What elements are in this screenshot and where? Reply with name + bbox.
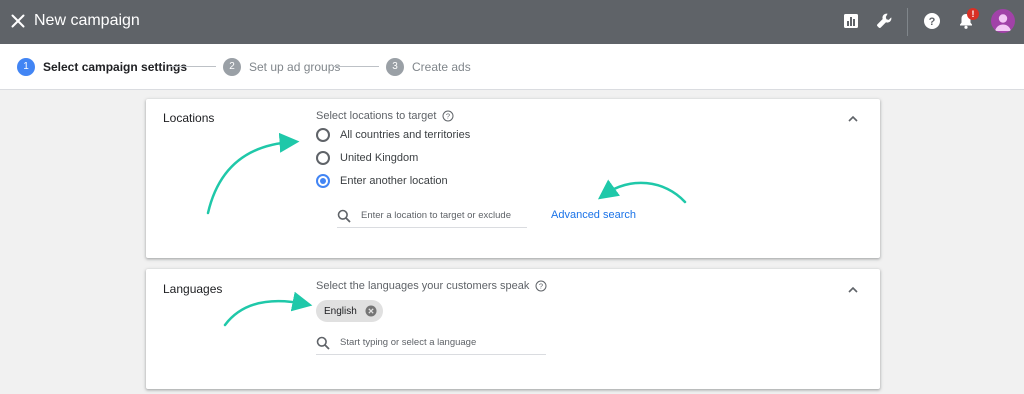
svg-text:?: ? (539, 282, 543, 291)
help-icon[interactable]: ? (922, 11, 942, 31)
account-avatar[interactable] (991, 9, 1015, 33)
step-number: 3 (386, 58, 404, 76)
radio-label: Enter another location (340, 175, 448, 187)
radio-button[interactable] (316, 128, 330, 142)
step-label: Select campaign settings (43, 60, 188, 74)
radio-enter-another-location[interactable]: Enter another location (316, 174, 448, 188)
close-icon[interactable] (8, 11, 28, 31)
step-connector (333, 66, 379, 67)
radio-button[interactable] (316, 151, 330, 165)
radio-button-selected[interactable] (316, 174, 330, 188)
languages-card: Languages Select the languages your cust… (146, 269, 880, 389)
radio-label: All countries and territories (340, 129, 471, 141)
campaign-stepper: 1 Select campaign settings 2 Set up ad g… (0, 44, 1024, 90)
step-number: 1 (17, 58, 35, 76)
languages-title: Languages (163, 282, 223, 296)
notification-badge: ! (967, 8, 979, 20)
svg-text:?: ? (929, 16, 936, 28)
step-select-campaign-settings[interactable]: 1 Select campaign settings (17, 58, 187, 76)
step-number: 2 (223, 58, 241, 76)
svg-text:?: ? (446, 112, 450, 121)
radio-all-countries[interactable]: All countries and territories (316, 128, 470, 142)
language-search-field[interactable] (316, 331, 546, 355)
chip-label: English (324, 305, 357, 317)
help-circle-icon[interactable]: ? (535, 280, 547, 292)
tools-icon[interactable] (875, 11, 895, 31)
collapse-chevron-up-icon[interactable] (846, 283, 860, 297)
locations-prompt: Select locations to target ? (316, 110, 454, 122)
location-search-input[interactable] (361, 210, 527, 221)
step-label: Create ads (412, 60, 471, 74)
top-app-bar: New campaign ? ! (0, 0, 1024, 44)
radio-united-kingdom[interactable]: United Kingdom (316, 151, 418, 165)
locations-card: Locations Select locations to target ? A… (146, 99, 880, 258)
help-circle-icon[interactable]: ? (442, 110, 454, 122)
step-create-ads[interactable]: 3 Create ads (386, 58, 471, 76)
step-label: Set up ad groups (249, 60, 341, 74)
collapse-chevron-up-icon[interactable] (846, 112, 860, 126)
step-set-up-ad-groups[interactable]: 2 Set up ad groups (223, 58, 340, 76)
toolbar-divider (907, 8, 908, 36)
step-connector (170, 66, 216, 67)
language-search-input[interactable] (340, 337, 546, 348)
locations-prompt-text: Select locations to target (316, 110, 437, 122)
language-chip-english: English (316, 300, 383, 322)
radio-label: United Kingdom (340, 152, 419, 164)
location-search-field[interactable] (337, 204, 527, 228)
remove-chip-icon[interactable] (365, 305, 377, 317)
search-icon (316, 336, 330, 350)
page-title: New campaign (34, 12, 140, 29)
search-icon (337, 209, 351, 223)
advanced-search-link[interactable]: Advanced search (551, 209, 636, 221)
languages-prompt-text: Select the languages your customers spea… (316, 280, 530, 292)
locations-title: Locations (163, 111, 215, 125)
reports-icon[interactable] (841, 11, 861, 31)
languages-prompt: Select the languages your customers spea… (316, 280, 547, 292)
